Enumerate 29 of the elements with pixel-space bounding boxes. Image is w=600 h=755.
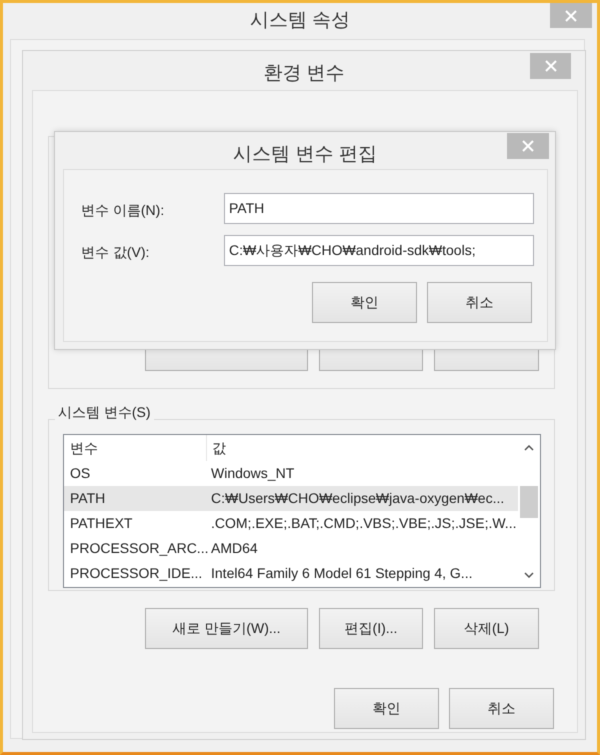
column-header[interactable]: 변수	[64, 435, 206, 461]
list-row[interactable]: PROCESSOR_ARC... AMD64	[64, 536, 518, 561]
field-label: 변수 값(V):	[81, 243, 150, 262]
input-field[interactable]: C:₩사용자₩CHO₩android-sdk₩tools;	[224, 235, 534, 266]
close-icon	[564, 8, 578, 22]
field-label: 변수 이름(N):	[81, 201, 164, 220]
window-title: 환경 변수	[263, 62, 345, 86]
close-icon	[544, 59, 558, 73]
cancel-button[interactable]: 취소	[449, 688, 554, 729]
close-button[interactable]	[507, 133, 549, 159]
list-row[interactable]: OS Windows_NT	[64, 461, 518, 486]
close-button[interactable]	[550, 3, 592, 28]
scroll-down-icon[interactable]	[524, 572, 534, 578]
input-field[interactable]: PATH	[224, 193, 534, 224]
new-button[interactable]: 새로 만들기(W)...	[145, 608, 308, 649]
scroll-up-icon[interactable]	[524, 445, 534, 451]
ok-button[interactable]: 확인	[312, 282, 417, 323]
cancel-button[interactable]: 취소	[427, 282, 532, 323]
list-row[interactable]: PATH C:₩Users₩CHO₩eclipse₩java-oxygen₩ec...	[64, 486, 518, 511]
edit-button[interactable]: 편집(I)...	[319, 608, 423, 649]
close-icon	[521, 139, 535, 153]
scroll-thumb[interactable]	[520, 486, 538, 518]
delete-button[interactable]: 삭제(L)	[434, 608, 539, 649]
window-title: 시스템 변수 편집	[233, 143, 377, 167]
list-row[interactable]: PROCESSOR_IDE... Intel64 Family 6 Model 61 Stepping 4, G...	[64, 561, 518, 586]
list-row[interactable]: PATHEXT .COM;.EXE;.BAT;.CMD;.VBS;.VBE;.JS;.JSE;.W...	[64, 511, 518, 536]
ok-button[interactable]: 확인	[334, 688, 439, 729]
window-title: 시스템 속성	[250, 9, 350, 33]
close-button[interactable]	[530, 53, 571, 79]
